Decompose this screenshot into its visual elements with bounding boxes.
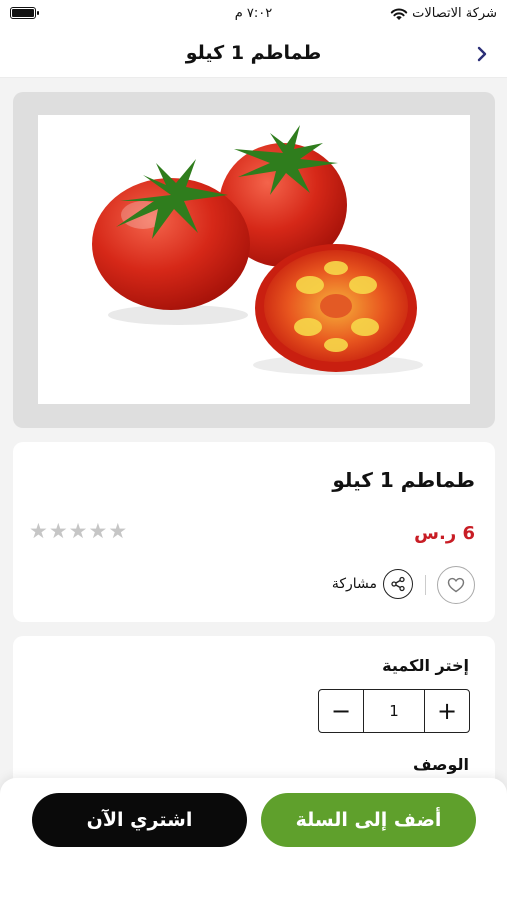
star-icon: ★ [68,519,88,543]
increase-button[interactable]: + [425,690,469,732]
star-icon: ★ [29,519,48,543]
tomato-image [92,125,423,375]
quantity-stepper: − 1 + [318,689,470,733]
buy-now-button[interactable]: اشتري الآن [32,793,247,847]
page-title: طماطم 1 كيلو [185,42,322,64]
carrier-name: شركة الاتصالات [412,6,497,21]
divider [425,575,426,595]
description-label: الوصف [412,755,469,774]
favorite-button[interactable] [437,566,475,604]
chevron-right-icon[interactable] [471,42,493,66]
quantity-label: إختر الكمية [382,656,469,675]
status-carrier: شركة الاتصالات [390,6,497,21]
product-image-card [13,92,495,428]
star-rating[interactable]: ★ ★ ★ ★ ★ [29,521,127,542]
decrease-button[interactable]: − [319,690,363,732]
product-info-card: طماطم 1 كيلو 6 ر.س ★ ★ ★ ★ ★ مشاركة [13,442,495,622]
star-icon: ★ [48,519,68,543]
share-label: مشاركة [331,576,377,592]
star-icon: ★ [108,519,128,543]
add-to-cart-button[interactable]: أضف إلى السلة [261,793,476,847]
product-price: 6 ر.س [414,523,475,544]
status-bar: ٧:٠٢ م شركة الاتصالات [0,0,507,30]
product-image[interactable] [38,115,470,404]
quantity-value[interactable]: 1 [363,690,425,732]
wifi-icon [390,8,408,20]
star-icon: ★ [88,519,108,543]
product-name: طماطم 1 كيلو [332,468,475,492]
share-button[interactable]: مشاركة [332,569,413,599]
header: طماطم 1 كيلو [0,30,507,78]
share-icon [383,569,413,599]
bottom-action-bar: اشتري الآن أضف إلى السلة [0,778,507,900]
heart-icon [447,577,465,593]
